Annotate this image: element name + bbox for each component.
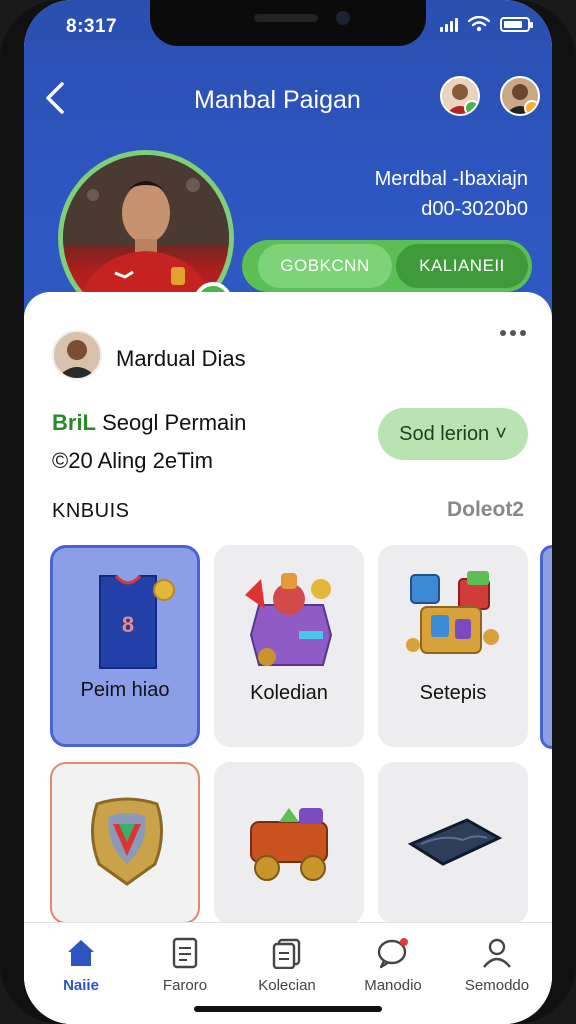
jersey-number: 8 [122,612,134,637]
stats-line: ©20 Aling 2eTim [52,448,213,473]
tab-collection[interactable]: Kolecian [242,935,332,994]
tab-label: Faroro [162,977,208,994]
tab-label: Kolecian [258,977,316,994]
profile-icon [483,938,511,968]
hero-id: d00-3020b0 [421,198,528,220]
item-tile[interactable] [214,762,364,924]
user-avatar[interactable] [52,330,102,380]
section-label: KNBUIS [52,500,130,522]
shield-emblem-icon [91,797,163,886]
item-tile[interactable]: 8 Peim hiao [50,545,200,747]
jersey-icon: 8 [99,574,175,669]
screen: 8:317 Manbal Paigan Merdbal -Ibaxiajn d0… [24,0,552,1024]
wallet-icon [407,818,503,866]
back-button[interactable] [38,78,72,118]
friend-avatar[interactable] [440,76,480,116]
wifi-icon [468,16,490,32]
home-icon [68,940,94,966]
item-tile[interactable] [378,762,528,924]
primary-action-button[interactable]: GOBKCNN [258,244,392,288]
coin-badge [524,100,538,114]
cart-icon [250,808,328,881]
avatar-portrait [57,340,97,378]
signal-icon [440,16,458,32]
secondary-action-button[interactable]: KALIANEII [396,244,528,288]
dot-icon [520,330,526,336]
status-time: 8:317 [66,16,118,37]
tile-label: Setepis [419,682,487,704]
battery-icon [500,16,533,32]
section-link[interactable]: Doleot2 [447,498,524,522]
item-tile[interactable]: Setepis [378,545,528,747]
document-icon [172,937,198,969]
tile-label: Peim hiao [80,679,170,701]
filter-label: Sod lerion [399,422,490,445]
tab-profile[interactable]: Semoddo [452,935,542,994]
item-tile[interactable]: Koledian [214,545,364,747]
tab-document[interactable]: Faroro [140,935,230,994]
phone-frame: 8:317 Manbal Paigan Merdbal -Ibaxiajn d0… [0,0,576,1024]
treasure-chest-icon [245,573,333,666]
item-tile[interactable] [50,762,200,924]
more-options-button[interactable] [500,330,526,336]
online-badge [464,100,478,114]
level-line: BriL Seogl Permain [52,410,246,436]
chevron-left-icon [46,82,64,114]
next-tile-peek[interactable] [540,545,552,749]
user-avatar-small[interactable] [500,76,540,116]
tile-label: Koledian [250,682,328,704]
tab-home[interactable]: Naiie [36,935,126,994]
action-buttons: GOBKCNN KALIANEII [242,240,532,292]
tab-chat[interactable]: Manodio [348,935,438,994]
camera [336,11,350,25]
speaker [254,14,318,22]
tab-label: Semoddo [464,977,530,994]
level-prefix: BriL [52,410,96,435]
chevron-down-icon: ˅ [495,422,507,445]
dot-icon [510,330,516,336]
golden-cubes-icon [406,571,499,654]
chat-icon [377,938,408,969]
notch [150,0,426,46]
home-indicator [194,1006,382,1012]
level-text: Seogl Permain [96,410,247,435]
hero-name: Merdbal -Ibaxiajn [374,168,528,190]
filter-dropdown[interactable]: Sod lerion ˅ [378,408,528,460]
tab-label: Naiie [63,977,99,994]
dot-icon [500,330,506,336]
collection-icon [272,938,301,969]
tab-label: Manodio [364,977,422,994]
page-title: Manbal Paigan [194,86,361,114]
user-name: Mardual Dias [116,346,246,371]
status-icons [440,16,533,32]
